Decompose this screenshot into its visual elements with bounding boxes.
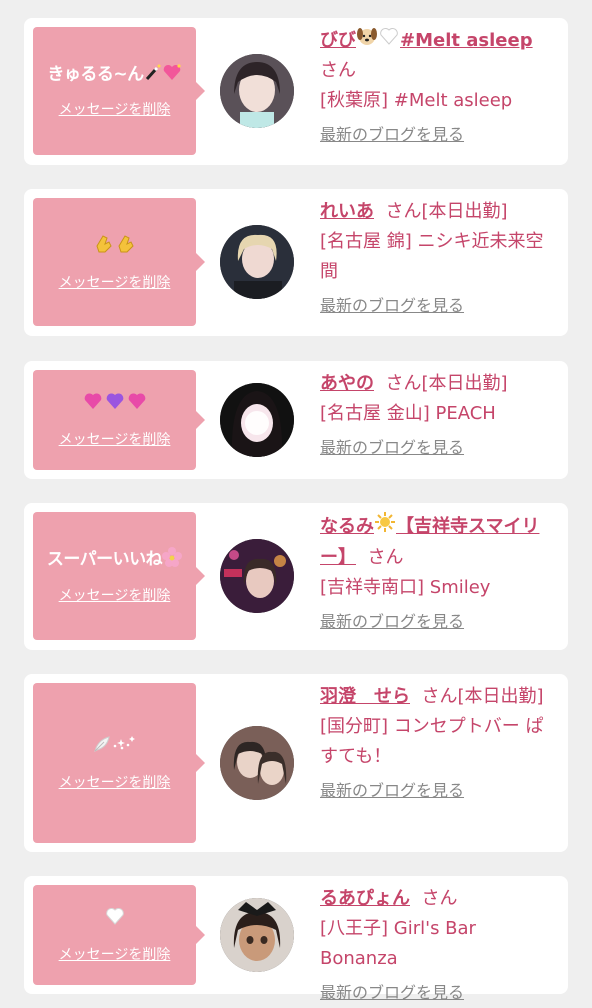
avatar[interactable] xyxy=(220,54,294,128)
sparkling-heart-icon xyxy=(162,63,182,86)
san-label: さん xyxy=(421,888,458,909)
message-card: メッセージを削除 あやの さん[本日出勤] [名古屋 金山] PEACH 最新の… xyxy=(24,361,568,479)
cast-info: なるみ 【吉祥寺スマイリー】 さん [吉祥寺南口] Smiley 最新のブログを見… xyxy=(320,511,558,637)
message-text xyxy=(93,232,137,259)
sun-icon xyxy=(374,511,396,543)
message-text xyxy=(104,906,126,931)
san-label: さん xyxy=(385,373,422,394)
latest-blog-link[interactable]: 最新のブログを見る xyxy=(320,978,464,1008)
message-bubble: メッセージを削除 xyxy=(33,370,205,470)
magic-wand-icon xyxy=(144,63,162,86)
message-card: スーパーいいね メッセージを削除 なるみ 【吉祥寺スマイリー】 さん [吉祥寺南口… xyxy=(24,503,568,650)
message-text: きゅるる~ん xyxy=(47,63,181,86)
message-card: メッセージを削除 羽澄 せら さん[本日出勤] [国分町] コンセプトバー ぱす… xyxy=(24,674,568,852)
cherry-blossom-icon xyxy=(162,547,183,572)
avatar[interactable] xyxy=(220,726,294,800)
cast-name: びび xyxy=(320,30,356,51)
delete-message-link[interactable]: メッセージを削除 xyxy=(59,944,171,964)
feather-icon xyxy=(92,734,112,759)
cast-name-link[interactable]: あやの xyxy=(320,373,374,394)
cast-info: びび #Melt asleep さん [秋葉原] #Melt asleep 最新の… xyxy=(320,26,558,150)
san-label: さん xyxy=(367,547,404,568)
shop-label: [秋葉原] #Melt asleep xyxy=(320,90,513,111)
cast-name: あやの xyxy=(320,373,374,394)
shop-label: [名古屋 錦] ニシキ近未来空間 xyxy=(320,231,544,282)
latest-blog-link[interactable]: 最新のブログを見る xyxy=(320,433,464,463)
white-heart-icon xyxy=(104,906,126,931)
delete-message-link[interactable]: メッセージを削除 xyxy=(59,772,171,792)
cast-name-link[interactable]: るあぴょん xyxy=(320,888,410,909)
white-heart-icon xyxy=(378,26,400,56)
cast-info: あやの さん[本日出勤] [名古屋 金山] PEACH 最新のブログを見る xyxy=(320,369,558,463)
dog-face-icon xyxy=(356,26,378,56)
latest-blog-link[interactable]: 最新のブログを見る xyxy=(320,291,464,321)
latest-blog-link[interactable]: 最新のブログを見る xyxy=(320,120,464,150)
attendance-status: [本日出勤] xyxy=(457,686,544,707)
avatar[interactable] xyxy=(220,539,294,613)
cast-info: れいあ さん[本日出勤] [名古屋 錦] ニシキ近未来空間 最新のブログを見る xyxy=(320,197,558,321)
shop-label: [名古屋 金山] PEACH xyxy=(320,403,496,424)
delete-message-link[interactable]: メッセージを削除 xyxy=(59,272,171,292)
message-card: メッセージを削除 れいあ さん[本日出勤] [名古屋 錦] ニシキ近未来空間 最… xyxy=(24,189,568,336)
cast-name: るあぴょん xyxy=(320,888,410,909)
message-text xyxy=(92,734,138,759)
cast-info: 羽澄 せら さん[本日出勤] [国分町] コンセプトバー ぱすても！ 最新のブロ… xyxy=(320,682,558,806)
latest-blog-link[interactable]: 最新のブログを見る xyxy=(320,776,464,806)
attendance-status: [本日出勤] xyxy=(421,373,508,394)
shop-label: [八王子] Girl's Bar Bonanza xyxy=(320,918,476,969)
cast-name-link[interactable]: れいあ xyxy=(320,201,374,222)
message-card: きゅるる~ん メッセージを削除 びび #Melt asleep さん [秋葉原] … xyxy=(24,18,568,165)
cast-name: れいあ xyxy=(320,201,374,222)
message-bubble: メッセージを削除 xyxy=(33,198,205,326)
message-bubble: メッセージを削除 xyxy=(33,885,205,985)
message-text: スーパーいいね xyxy=(46,547,183,572)
cast-name: 羽澄 せら xyxy=(320,686,410,707)
avatar[interactable] xyxy=(220,898,294,972)
message-bubble: きゅるる~ん メッセージを削除 xyxy=(33,27,205,155)
latest-blog-link[interactable]: 最新のブログを見る xyxy=(320,607,464,637)
message-card: メッセージを削除 るあぴょん さん [八王子] Girl's Bar Bonan… xyxy=(24,876,568,1002)
message-bubble: メッセージを削除 xyxy=(33,683,205,843)
cast-name: なるみ xyxy=(320,516,374,537)
clapping-hands-icon xyxy=(93,232,115,259)
delete-message-link[interactable]: メッセージを削除 xyxy=(59,99,171,119)
cast-info: るあぴょん さん [八王子] Girl's Bar Bonanza 最新のブログ… xyxy=(320,884,558,1008)
shop-label: [国分町] コンセプトバー ぱすても！ xyxy=(320,716,544,767)
san-label: さん xyxy=(421,686,458,707)
delete-message-link[interactable]: メッセージを削除 xyxy=(59,429,171,449)
pink-heart-icon xyxy=(126,391,148,416)
message-label: きゅるる~ん xyxy=(47,65,144,85)
message-text xyxy=(82,391,148,416)
cast-name-link[interactable]: なるみ 【吉祥寺スマイリー】 xyxy=(320,512,539,568)
sparkle-dots-icon xyxy=(112,734,138,759)
cast-name-link[interactable]: びび #Melt asleep xyxy=(320,27,533,51)
message-label: スーパーいいね xyxy=(46,550,163,570)
san-label: さん xyxy=(385,201,422,222)
san-label: さん xyxy=(320,60,356,81)
avatar[interactable] xyxy=(220,225,294,299)
cast-name-tail: #Melt asleep xyxy=(400,30,533,51)
avatar[interactable] xyxy=(220,383,294,457)
clapping-hands-icon xyxy=(115,232,137,259)
message-bubble: スーパーいいね メッセージを削除 xyxy=(33,512,205,640)
shop-label: [吉祥寺南口] Smiley xyxy=(320,577,491,598)
delete-message-link[interactable]: メッセージを削除 xyxy=(59,585,171,605)
attendance-status: [本日出勤] xyxy=(421,201,508,222)
purple-heart-icon xyxy=(104,391,126,416)
cast-name-link[interactable]: 羽澄 せら xyxy=(320,686,410,707)
pink-heart-icon xyxy=(82,391,104,416)
